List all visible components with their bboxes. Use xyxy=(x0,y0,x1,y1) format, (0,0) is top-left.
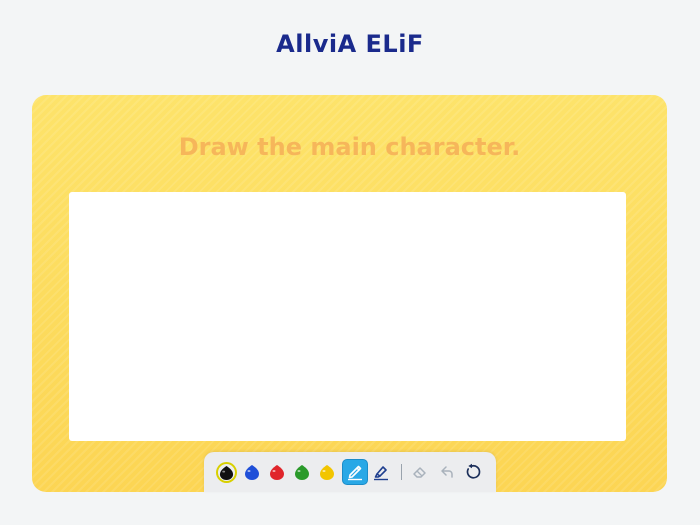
app-title: AllviA ELiF xyxy=(276,30,424,58)
eraser-icon xyxy=(413,467,426,478)
toolbar-divider xyxy=(401,464,402,480)
drop-icon xyxy=(244,465,259,480)
color-swatch-black[interactable] xyxy=(218,464,235,481)
drawing-canvas[interactable] xyxy=(69,192,626,441)
highlighter-tool-button[interactable] xyxy=(369,460,393,484)
task-prompt: Draw the main character. xyxy=(178,133,521,161)
color-swatch-yellow[interactable] xyxy=(318,464,335,481)
reset-button[interactable] xyxy=(460,460,484,484)
undo-button[interactable] xyxy=(434,460,458,484)
pen-icon xyxy=(348,465,362,481)
eraser-tool-button[interactable] xyxy=(408,460,432,484)
drop-icon xyxy=(269,465,284,480)
highlighter-icon xyxy=(374,466,388,481)
drawing-toolbar xyxy=(204,452,496,492)
drop-icon xyxy=(319,465,334,480)
color-swatch-green[interactable] xyxy=(293,464,310,481)
color-swatch-blue[interactable] xyxy=(243,464,260,481)
reset-icon xyxy=(466,463,481,479)
page: AllviA ELiF Draw the main character. xyxy=(0,0,700,525)
pen-tool-button[interactable] xyxy=(343,460,367,484)
color-swatch-red[interactable] xyxy=(268,464,285,481)
drop-icon xyxy=(294,465,309,480)
drawing-card: Draw the main character. xyxy=(32,95,667,492)
undo-icon xyxy=(441,466,453,478)
drop-icon xyxy=(219,465,234,480)
